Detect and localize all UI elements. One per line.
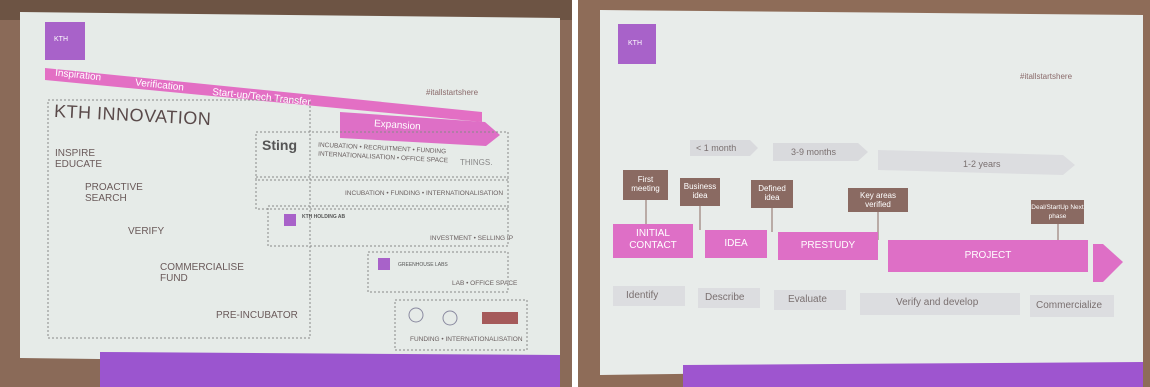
kth-logo-right: KTH: [628, 40, 642, 47]
milestone-defined-idea: Defined idea: [758, 184, 786, 202]
verb-identify: Identify: [626, 290, 659, 301]
milestone-key-areas: Key areas verified: [859, 191, 897, 209]
row-funding: FUNDING • INTERNATIONALISATION: [410, 336, 523, 343]
verb-evaluate: Evaluate: [788, 294, 827, 305]
phase-project: PROJECT: [964, 250, 1012, 261]
step-pre-incubator: PRE-INCUBATOR: [216, 310, 298, 321]
hashtag-left: #itallstartshere: [426, 88, 479, 97]
step-inspire: INSPIRE: [55, 148, 96, 159]
step-proactive: PROACTIVE: [85, 182, 143, 193]
step-verify: VERIFY: [128, 226, 165, 237]
kth-logo-left: KTH: [54, 36, 68, 43]
duration-2: 3-9 months: [791, 147, 837, 157]
kth-holding-label: KTH HOLDING AB: [302, 214, 346, 220]
hashtag-right: #itallstartshere: [1020, 72, 1073, 81]
milestone-business-idea: Business idea: [683, 182, 717, 200]
verb-describe: Describe: [705, 292, 745, 303]
photo-left-slide: KTH Inspiration Verification Start-up/Te…: [0, 0, 572, 387]
things-logo: THINGS.: [460, 158, 493, 167]
milestone-first-meeting: First meeting: [631, 175, 660, 193]
duration-3: 1-2 years: [963, 159, 1001, 169]
milestone-deal-startup: Deal/StartUp Next phase: [1031, 204, 1084, 220]
greenhouse-label: GREENHOUSE LABS: [398, 262, 448, 268]
step-commercialise: COMMERCIALISE: [160, 262, 244, 273]
step-educate: EDUCATE: [55, 159, 103, 170]
duration-1: < 1 month: [696, 143, 737, 153]
step-fund: FUND: [160, 273, 188, 284]
sting-logo: Sting: [262, 137, 297, 153]
verb-commercialize: Commercialize: [1036, 300, 1103, 311]
step-search: SEARCH: [85, 193, 127, 204]
photo-right-slide: KTH #itallstartshere < 1 month 3-9 month…: [578, 0, 1150, 387]
verb-verify-develop: Verify and develop: [896, 297, 979, 308]
row-lab: LAB • OFFICE SPACE: [452, 280, 518, 287]
phase-idea: IDEA: [724, 238, 748, 249]
row-investment: INVESTMENT • SELLING IP: [430, 235, 514, 242]
phase-prestudy: PRESTUDY: [800, 240, 856, 251]
phase-initial-contact: INITIAL CONTACT: [629, 228, 677, 251]
row-incubation: INCUBATION • FUNDING • INTERNATIONALISAT…: [345, 190, 504, 197]
